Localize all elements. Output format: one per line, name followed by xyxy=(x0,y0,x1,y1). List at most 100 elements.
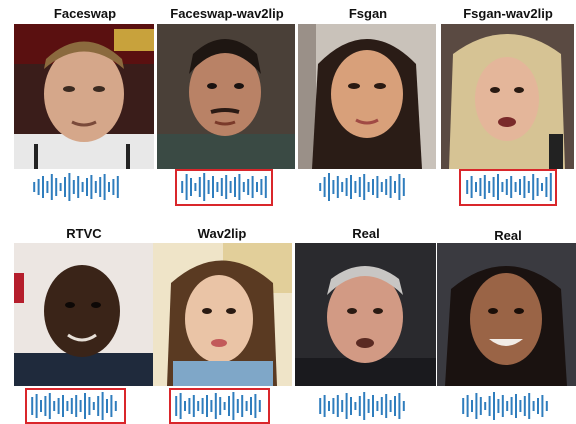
waveform-bar xyxy=(336,176,339,198)
waveform-bar xyxy=(475,393,478,419)
audio-waveform xyxy=(318,391,406,421)
waveform-bar xyxy=(319,183,322,191)
face-image-real xyxy=(295,243,436,386)
waveform-bar xyxy=(42,176,44,198)
face-image-real xyxy=(437,243,576,386)
waveform-bar xyxy=(363,174,366,200)
waveform-bar xyxy=(363,392,366,420)
waveform-bar xyxy=(402,178,405,196)
audio-waveform xyxy=(32,172,120,202)
waveform-bar xyxy=(376,401,379,411)
waveform-bar xyxy=(59,183,62,191)
waveform-bar xyxy=(354,181,357,193)
waveform-bar xyxy=(50,174,53,200)
waveform-bar xyxy=(90,175,93,199)
waveform-bar xyxy=(519,400,522,412)
waveform-bar xyxy=(394,181,396,193)
label-faceswap: Faceswap xyxy=(53,6,117,21)
waveform-bar xyxy=(323,177,326,197)
waveform-bar xyxy=(389,176,392,198)
waveform-bar xyxy=(367,399,370,413)
waveform-bar xyxy=(493,392,495,420)
waveform-bar xyxy=(323,395,326,417)
waveform-bar xyxy=(116,176,119,198)
waveform-bar xyxy=(541,395,544,417)
waveform-bar xyxy=(385,394,388,418)
waveform-bar xyxy=(372,179,374,195)
waveform-bar xyxy=(319,398,322,414)
highlight-box xyxy=(459,169,557,206)
waveform-bar xyxy=(506,401,509,411)
waveform-bar xyxy=(501,395,504,417)
label-rtvc: RTVC xyxy=(66,226,102,241)
highlight-box xyxy=(169,388,270,424)
waveform-bar xyxy=(332,398,335,414)
waveform-bar xyxy=(484,402,487,410)
waveform-bar xyxy=(515,394,517,418)
waveform-bar xyxy=(328,401,330,411)
waveform-bar xyxy=(380,397,383,415)
waveform-bar xyxy=(380,182,383,192)
face-image-fsgan xyxy=(298,24,436,169)
waveform-bar xyxy=(358,177,361,197)
waveform-bar xyxy=(341,400,344,412)
waveform-bar xyxy=(350,175,352,199)
audio-waveform xyxy=(318,172,406,202)
waveform-bar xyxy=(68,173,71,201)
waveform-bar xyxy=(376,176,379,198)
label-real: Real xyxy=(352,226,380,241)
waveform-bar xyxy=(394,396,396,416)
waveform-bar xyxy=(46,181,49,193)
waveform-bar xyxy=(510,397,513,415)
waveform-bar xyxy=(537,398,539,414)
waveform-bar xyxy=(398,393,401,419)
waveform-bar xyxy=(488,396,491,416)
waveform-bar xyxy=(341,182,344,192)
waveform-bar xyxy=(358,396,361,416)
waveform-bar xyxy=(77,176,80,198)
face-image-faceswap xyxy=(14,24,154,169)
waveform-bar xyxy=(389,400,392,412)
waveform-bar xyxy=(345,178,348,196)
waveform-bar xyxy=(350,397,352,415)
waveform-bar xyxy=(112,179,115,195)
waveform-bar xyxy=(99,177,102,197)
label-fsgan: Fsgan xyxy=(348,6,388,21)
waveform-bar xyxy=(94,181,97,193)
label-real: Real xyxy=(494,228,522,243)
waveform-bar xyxy=(33,182,36,192)
waveform-bar xyxy=(466,395,469,417)
waveform-bar xyxy=(345,393,348,419)
waveform-bar xyxy=(332,180,335,194)
face-image-faceswap-wav2lip xyxy=(157,24,295,169)
waveform-bar xyxy=(108,182,110,192)
waveform-bar xyxy=(471,400,473,412)
highlight-box xyxy=(175,169,273,206)
waveform-bar xyxy=(398,174,401,200)
waveform-bar xyxy=(55,178,58,196)
waveform-bar xyxy=(354,402,357,410)
face-image-fsgan-wav2lip xyxy=(441,24,574,169)
label-wav2lip: Wav2lip xyxy=(197,226,247,241)
waveform-bar xyxy=(532,401,535,411)
waveform-bar xyxy=(402,401,405,411)
waveform-bar xyxy=(328,173,330,201)
waveform-bar xyxy=(372,395,374,417)
waveform-bar xyxy=(497,399,500,413)
waveform-bar xyxy=(462,398,465,414)
waveform-bar xyxy=(336,395,339,417)
audio-waveform xyxy=(461,391,549,421)
label-faceswap-wav2lip: Faceswap-wav2lip xyxy=(170,6,284,21)
waveform-bar xyxy=(86,178,88,196)
face-image-rtvc xyxy=(14,243,153,386)
waveform-bar xyxy=(385,179,388,195)
face-image-wav2lip xyxy=(153,243,292,386)
waveform-bar xyxy=(367,182,370,192)
waveform-bar xyxy=(523,396,526,416)
waveform-bar xyxy=(545,401,548,411)
waveform-bar xyxy=(103,174,106,200)
waveform-bar xyxy=(528,393,531,419)
waveform-bar xyxy=(81,182,84,192)
highlight-box xyxy=(25,388,126,424)
waveform-bar xyxy=(72,180,75,194)
